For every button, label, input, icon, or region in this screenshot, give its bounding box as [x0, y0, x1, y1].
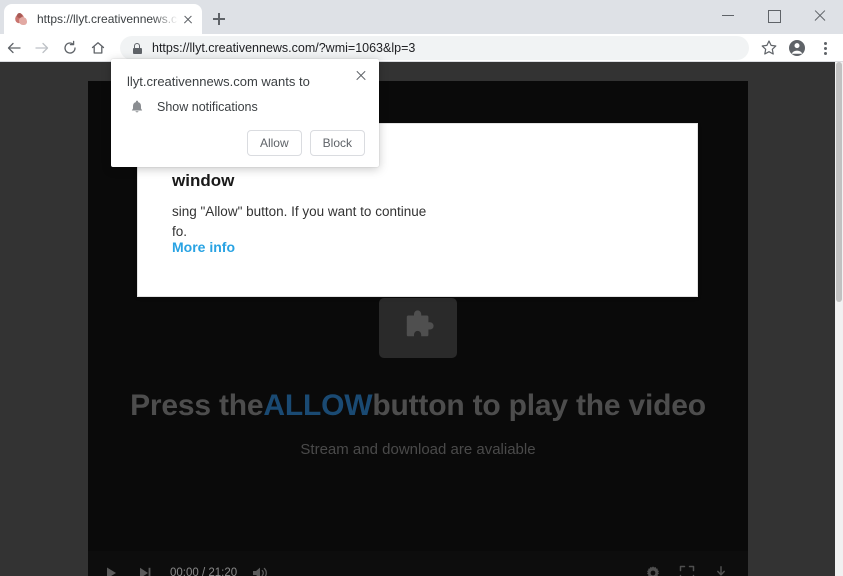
account-avatar-icon[interactable]	[783, 34, 811, 62]
browser-toolbar: https://llyt.creativennews.com/?wmi=1063…	[0, 34, 843, 62]
star-icon[interactable]	[755, 34, 783, 62]
panel-body-line-2: fo.	[172, 224, 188, 239]
close-icon[interactable]	[797, 0, 843, 30]
page-scrollbar[interactable]	[835, 62, 843, 576]
video-controls-bar: 00:00 / 21:20	[88, 551, 748, 576]
close-icon[interactable]	[180, 11, 196, 27]
tab-title: https://llyt.creativennews.com/?w	[37, 12, 178, 26]
panel-body: sing "Allow" button. If you want to cont…	[172, 202, 672, 242]
next-track-icon[interactable]	[128, 556, 162, 576]
allow-button[interactable]: Allow	[246, 130, 302, 156]
toolbar-right-icons	[755, 34, 843, 62]
maximize-icon[interactable]	[751, 0, 797, 30]
bell-icon	[129, 99, 145, 115]
scrollbar-thumb[interactable]	[836, 62, 842, 302]
hero-title: Press theALLOWbutton to play the video	[88, 386, 748, 426]
lock-icon	[130, 41, 144, 55]
address-bar[interactable]: https://llyt.creativennews.com/?wmi=1063…	[120, 36, 749, 60]
hero-title-prefix: Press the	[130, 389, 264, 422]
three-dot-menu-icon[interactable]	[811, 34, 839, 62]
permission-option-row: Show notifications	[129, 99, 258, 115]
video-overlay-message: Press theALLOWbutton to play the video S…	[88, 386, 748, 458]
hero-subtitle: Stream and download are avaliable	[300, 441, 536, 458]
browser-tab[interactable]: https://llyt.creativennews.com/?w	[4, 4, 202, 34]
volume-icon[interactable]	[243, 556, 277, 576]
tab-strip: https://llyt.creativennews.com/?w	[0, 0, 843, 34]
permission-dialog-title: llyt.creativennews.com wants to	[127, 74, 310, 89]
gear-icon[interactable]	[636, 556, 670, 576]
panel-body-line-1: sing "Allow" button. If you want to cont…	[172, 204, 427, 219]
plus-icon[interactable]	[208, 8, 230, 30]
home-icon[interactable]	[84, 34, 112, 62]
permission-option-label: Show notifications	[157, 100, 258, 114]
minimize-icon[interactable]	[705, 0, 751, 30]
permission-dialog-buttons: Allow Block	[246, 130, 365, 156]
video-time-display: 00:00 / 21:20	[170, 567, 238, 576]
puzzle-piece-icon	[379, 298, 457, 358]
back-arrow-icon[interactable]	[0, 34, 28, 62]
close-icon[interactable]	[351, 65, 371, 85]
notification-permission-dialog: llyt.creativennews.com wants to Show not…	[111, 59, 379, 167]
fullscreen-icon[interactable]	[670, 556, 704, 576]
window-controls	[705, 0, 843, 30]
url-text: https://llyt.creativennews.com/?wmi=1063…	[152, 41, 416, 55]
more-info-link[interactable]: More info	[172, 239, 235, 255]
forward-arrow-icon[interactable]	[28, 34, 56, 62]
site-favicon	[13, 11, 29, 27]
play-icon[interactable]	[94, 556, 128, 576]
hero-title-suffix: button to play the video	[372, 389, 706, 422]
reload-icon[interactable]	[56, 34, 84, 62]
download-icon[interactable]	[704, 556, 738, 576]
block-button[interactable]: Block	[309, 130, 365, 156]
panel-heading: window	[172, 171, 235, 190]
browser-window: https://llyt.creativennews.com/?w	[0, 0, 843, 576]
hero-title-highlight: ALLOW	[263, 389, 373, 422]
